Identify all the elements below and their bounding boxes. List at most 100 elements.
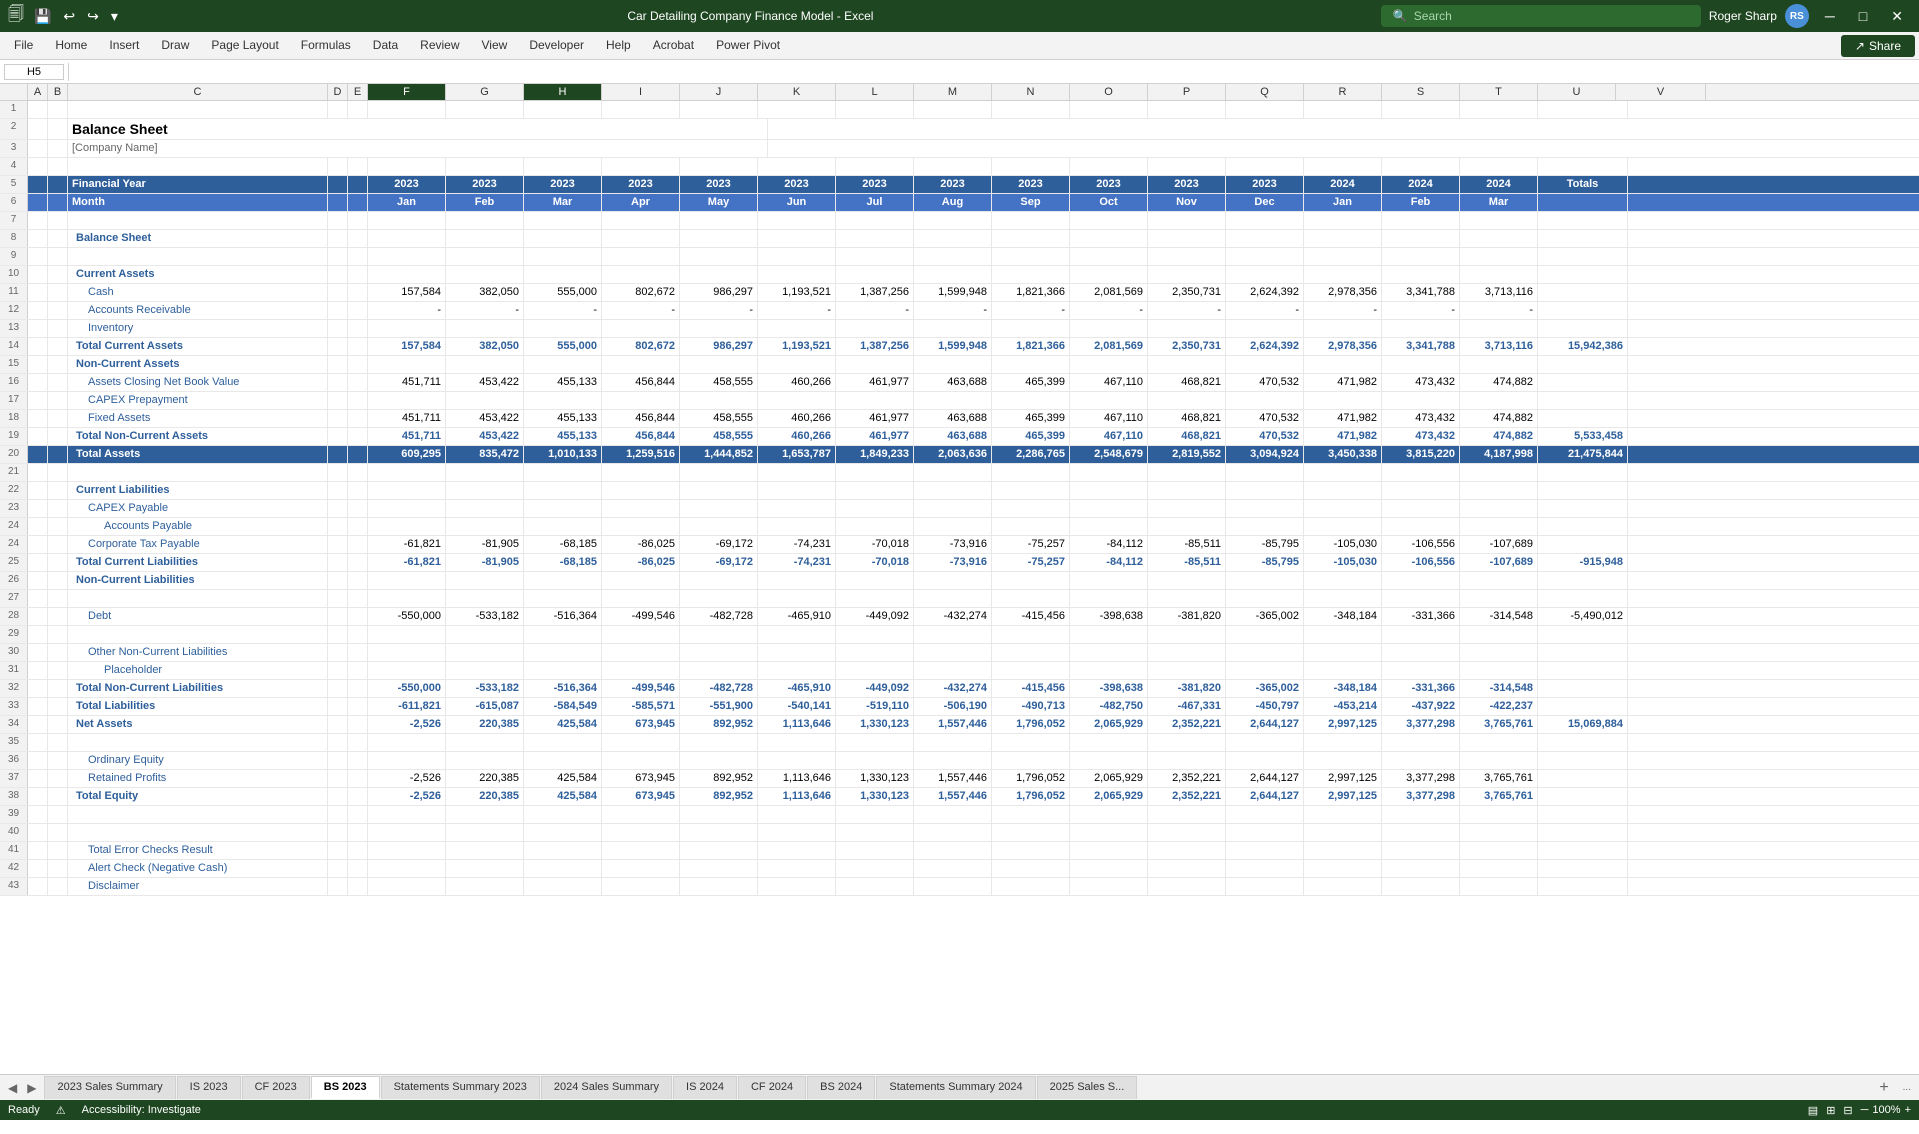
row-33: 33Total Liabilities-611,821-615,087-584,… — [0, 698, 1919, 716]
spreadsheet: A B C D E F G H I J K L M N O P Q R S T … — [0, 84, 1919, 1074]
row-12: 12Accounts Receivable--------------- — [0, 302, 1919, 320]
row-42: 42Alert Check (Negative Cash) — [0, 860, 1919, 878]
sheet-tab-2023-sales[interactable]: 2023 Sales Summary — [44, 1076, 175, 1099]
add-sheet-button[interactable]: + — [1873, 1079, 1894, 1097]
sheet-tab-stmt-2024[interactable]: Statements Summary 2024 — [876, 1076, 1035, 1099]
view-preview-icon[interactable]: ⊟ — [1843, 1104, 1852, 1117]
row-18: 18Fixed Assets451,711453,422455,133456,8… — [0, 410, 1919, 428]
tab-home[interactable]: Home — [45, 34, 97, 58]
row-39: 39 — [0, 806, 1919, 824]
row-7: 7 — [0, 212, 1919, 230]
col-header-f[interactable]: F — [368, 84, 446, 100]
col-header-a[interactable]: A — [28, 84, 48, 100]
tab-power-pivot[interactable]: Power Pivot — [706, 34, 790, 58]
column-headers: A B C D E F G H I J K L M N O P Q R S T … — [0, 84, 1919, 101]
tab-formulas[interactable]: Formulas — [291, 34, 361, 58]
tab-file[interactable]: File — [4, 34, 43, 58]
row-15: 15Non-Current Assets — [0, 356, 1919, 374]
row-2: 2Balance Sheet — [0, 119, 1919, 140]
col-header-t[interactable]: T — [1460, 84, 1538, 100]
search-box[interactable]: 🔍 — [1381, 5, 1701, 27]
zoom-out-button[interactable]: ─ — [1861, 1104, 1869, 1116]
tab-view[interactable]: View — [472, 34, 518, 58]
accessibility-icon: ⚠ — [56, 1104, 66, 1117]
tab-review[interactable]: Review — [410, 34, 469, 58]
row-19: 19Total Non-Current Assets451,711453,422… — [0, 428, 1919, 446]
search-input[interactable] — [1414, 9, 1674, 23]
col-header-q[interactable]: Q — [1226, 84, 1304, 100]
col-header-h[interactable]: H — [524, 84, 602, 100]
sheet-tab-is-2024[interactable]: IS 2024 — [673, 1076, 737, 1099]
redo-button[interactable]: ↪ — [83, 6, 103, 27]
col-header-m[interactable]: M — [914, 84, 992, 100]
row-21: 21 — [0, 464, 1919, 482]
row-38: 38Total Equity-2,526220,385425,584673,94… — [0, 788, 1919, 806]
minimize-button[interactable]: ─ — [1817, 6, 1843, 26]
row-24: 24Accounts Payable — [0, 518, 1919, 536]
share-button[interactable]: ↗ Share — [1841, 35, 1915, 57]
row-30: 30Other Non-Current Liabilities — [0, 644, 1919, 662]
row-16: 16Assets Closing Net Book Value451,71145… — [0, 374, 1919, 392]
save-button[interactable]: 💾 — [30, 6, 55, 27]
view-normal-icon[interactable]: ▤ — [1808, 1104, 1818, 1117]
user-name: Roger Sharp — [1709, 9, 1777, 23]
tab-acrobat[interactable]: Acrobat — [643, 34, 704, 58]
row-9: 9 — [0, 248, 1919, 266]
col-header-j[interactable]: J — [680, 84, 758, 100]
avatar: RS — [1785, 4, 1809, 28]
col-header-i[interactable]: I — [602, 84, 680, 100]
col-header-r[interactable]: R — [1304, 84, 1382, 100]
row-11: 11Cash157,584382,050555,000802,672986,29… — [0, 284, 1919, 302]
tab-developer[interactable]: Developer — [519, 34, 594, 58]
col-header-g[interactable]: G — [446, 84, 524, 100]
close-button[interactable]: ✕ — [1883, 6, 1911, 27]
sheet-tab-cf-2024[interactable]: CF 2024 — [738, 1076, 806, 1099]
tab-data[interactable]: Data — [363, 34, 408, 58]
window-title: Car Detailing Company Finance Model - Ex… — [128, 9, 1373, 23]
undo-button[interactable]: ↩ — [59, 6, 79, 27]
sheet-tab-cf-2023[interactable]: CF 2023 — [242, 1076, 310, 1099]
row-22: 22Current Liabilities — [0, 482, 1919, 500]
restore-button[interactable]: □ — [1851, 6, 1875, 26]
sheet-tab-stmt-2023[interactable]: Statements Summary 2023 — [381, 1076, 540, 1099]
formula-input[interactable] — [73, 66, 1915, 78]
row-24: 24Corporate Tax Payable-61,821-81,905-68… — [0, 536, 1919, 554]
col-header-o[interactable]: O — [1070, 84, 1148, 100]
title-bar-left: 🗐 💾 ↩ ↪ ▾ Car Detailing Company Finance … — [8, 3, 1373, 30]
cell-reference[interactable] — [4, 64, 64, 80]
col-header-b[interactable]: B — [48, 84, 68, 100]
sheet-tab-2024-sales[interactable]: 2024 Sales Summary — [541, 1076, 672, 1099]
sheet-prev-button[interactable]: ◀ — [4, 1079, 21, 1097]
grid-container[interactable]: 12Balance Sheet3[Company Name]45Financia… — [0, 101, 1919, 1074]
view-page-icon[interactable]: ⊞ — [1826, 1104, 1835, 1117]
excel-icon: 🗐 — [8, 3, 24, 30]
sheet-tab-2025-sales[interactable]: 2025 Sales S... — [1037, 1076, 1138, 1099]
tab-insert[interactable]: Insert — [99, 34, 149, 58]
row-32: 32Total Non-Current Liabilities-550,000-… — [0, 680, 1919, 698]
row-23: 23CAPEX Payable — [0, 500, 1919, 518]
col-header-v[interactable]: V — [1616, 84, 1706, 100]
col-header-s[interactable]: S — [1382, 84, 1460, 100]
col-header-e[interactable]: E — [348, 84, 368, 100]
col-header-c[interactable]: C — [68, 84, 328, 100]
col-header-n[interactable]: N — [992, 84, 1070, 100]
customize-button[interactable]: ▾ — [107, 6, 122, 27]
search-icon: 🔍 — [1393, 9, 1408, 23]
col-header-d[interactable]: D — [328, 84, 348, 100]
zoom-in-button[interactable]: + — [1905, 1104, 1911, 1116]
row-28: 28Debt-550,000-533,182-516,364-499,546-4… — [0, 608, 1919, 626]
row-10: 10Current Assets — [0, 266, 1919, 284]
sheet-tab-bs-2023[interactable]: BS 2023 — [311, 1076, 380, 1099]
tab-page-layout[interactable]: Page Layout — [201, 34, 288, 58]
col-header-u[interactable]: U — [1538, 84, 1616, 100]
col-header-k[interactable]: K — [758, 84, 836, 100]
col-header-l[interactable]: L — [836, 84, 914, 100]
tab-help[interactable]: Help — [596, 34, 641, 58]
tab-draw[interactable]: Draw — [151, 34, 199, 58]
ribbon: File Home Insert Draw Page Layout Formul… — [0, 32, 1919, 60]
sheet-tab-is-2023[interactable]: IS 2023 — [177, 1076, 241, 1099]
row-3: 3[Company Name] — [0, 140, 1919, 158]
col-header-p[interactable]: P — [1148, 84, 1226, 100]
sheet-next-button[interactable]: ▶ — [23, 1079, 40, 1097]
sheet-tab-bs-2024[interactable]: BS 2024 — [807, 1076, 875, 1099]
